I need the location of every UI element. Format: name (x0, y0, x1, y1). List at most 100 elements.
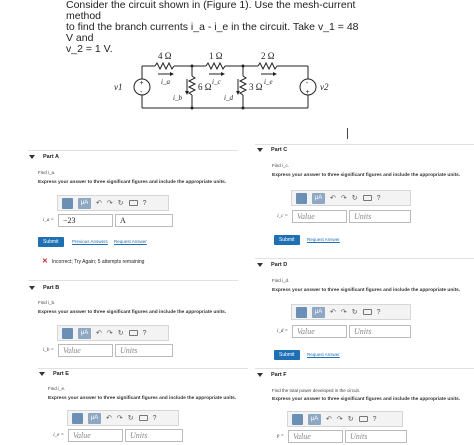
part-d-value-input[interactable]: Value (292, 325, 347, 338)
part-e-answer-label: i_e = (53, 433, 64, 438)
part-b-instructions: Express your answer to three significant… (38, 310, 227, 315)
templates-icon[interactable] (292, 413, 303, 425)
part-a-answer-row: i_a = −23 A (38, 214, 173, 227)
redo-icon[interactable]: ↷ (337, 414, 343, 425)
previous-answers-link[interactable]: Previous Answers (72, 239, 108, 244)
reset-icon[interactable]: ↻ (352, 307, 358, 318)
collapse-icon (39, 371, 45, 376)
help-icon[interactable]: ? (153, 413, 157, 424)
templates-icon[interactable] (296, 306, 307, 318)
part-a-value-input[interactable]: −23 (58, 214, 113, 227)
part-b-answer-label: i_b = (42, 348, 54, 353)
templates-icon[interactable] (296, 192, 307, 204)
part-a-submit-button[interactable]: Submit (38, 237, 64, 247)
help-icon[interactable]: ? (373, 414, 377, 425)
part-c-answer-label: i_c = (277, 214, 288, 219)
part-a-header[interactable]: Part A (29, 154, 59, 160)
part-d-submit-button[interactable]: Submit (274, 350, 300, 360)
reset-icon[interactable]: ↻ (128, 413, 134, 424)
undo-icon[interactable]: ↶ (330, 193, 336, 204)
source-v2-minus: - (306, 80, 309, 87)
help-icon[interactable]: ? (143, 328, 147, 339)
part-e-toolbar: μA ↶ ↷ ↻ ? (67, 410, 179, 426)
divider (28, 280, 238, 281)
redo-icon[interactable]: ↷ (107, 328, 113, 339)
part-d-units-input[interactable]: Units (349, 325, 411, 338)
redo-icon[interactable]: ↷ (341, 193, 347, 204)
part-b-units-input[interactable]: Units (115, 344, 173, 357)
part-f-value-input[interactable]: Value (288, 430, 343, 443)
templates-icon[interactable] (72, 412, 83, 424)
undo-icon[interactable]: ↶ (96, 198, 102, 209)
resistor-4-label: 4 Ω (158, 51, 172, 61)
units-button[interactable]: μA (78, 327, 91, 339)
help-icon[interactable]: ? (377, 307, 381, 318)
divider (255, 368, 474, 369)
part-c-header[interactable]: Part C (257, 147, 287, 153)
source-v2-label: v2 (320, 82, 329, 92)
reset-icon[interactable]: ↻ (352, 193, 358, 204)
text-cursor (347, 128, 348, 139)
units-button[interactable]: μA (312, 192, 325, 204)
part-f-units-input[interactable]: Units (345, 430, 407, 443)
keyboard-icon[interactable] (128, 200, 138, 206)
part-b-value-input[interactable]: Value (58, 344, 113, 357)
units-button[interactable]: μA (78, 197, 91, 209)
undo-icon[interactable]: ↶ (330, 307, 336, 318)
redo-icon[interactable]: ↷ (107, 198, 113, 209)
divider (38, 368, 248, 369)
part-c-units-input[interactable]: Units (349, 210, 411, 223)
part-c-instructions: Express your answer to three significant… (272, 173, 461, 178)
part-e-units-input[interactable]: Units (125, 429, 183, 442)
part-e-header[interactable]: Part E (39, 371, 69, 377)
part-c-value-input[interactable]: Value (292, 210, 347, 223)
part-a-units-input[interactable]: A (115, 214, 173, 227)
current-ie-label: i_e (264, 78, 273, 86)
part-a-title: Part A (43, 154, 59, 160)
resistor-1-label: 1 Ω (209, 51, 223, 61)
part-e-answer-row: i_e = Value Units (48, 429, 183, 442)
redo-icon[interactable]: ↷ (341, 307, 347, 318)
circuit-diagram: 4 Ω 1 Ω 2 Ω 6 Ω 3 Ω i_a i_c i_e i_b i_d … (114, 51, 329, 110)
units-button[interactable]: μA (88, 412, 101, 424)
undo-icon[interactable]: ↶ (326, 414, 332, 425)
reset-icon[interactable]: ↻ (118, 328, 124, 339)
part-d-answer-row: i_d = Value Units (272, 325, 411, 338)
units-button[interactable]: μA (308, 413, 321, 425)
resistor-2-label: 2 Ω (261, 51, 275, 61)
part-d-title: Part D (271, 262, 288, 268)
units-button[interactable]: μA (312, 306, 325, 318)
collapse-icon (257, 147, 263, 152)
keyboard-icon[interactable] (138, 415, 148, 421)
part-b-header[interactable]: Part B (29, 285, 59, 291)
keyboard-icon[interactable] (362, 309, 372, 315)
undo-icon[interactable]: ↶ (96, 328, 102, 339)
redo-icon[interactable]: ↷ (117, 413, 123, 424)
part-d-header[interactable]: Part D (257, 262, 287, 268)
source-v2-plus: + (306, 89, 310, 96)
collapse-icon (257, 262, 263, 267)
keyboard-icon[interactable] (358, 416, 368, 422)
request-answer-link[interactable]: Request Answer (307, 352, 340, 357)
current-ia-label: i_a (161, 78, 170, 86)
part-c-find: Find i_c. (272, 163, 290, 168)
part-f-header[interactable]: Part F (257, 372, 287, 378)
templates-icon[interactable] (62, 327, 73, 339)
undo-icon[interactable]: ↶ (106, 413, 112, 424)
part-c-submit-button[interactable]: Submit (274, 235, 300, 245)
request-answer-link[interactable]: Request Answer (307, 237, 340, 242)
keyboard-icon[interactable] (362, 195, 372, 201)
part-f-title: Part F (271, 372, 287, 378)
templates-icon[interactable] (62, 197, 73, 209)
current-ib-label: i_b (173, 94, 182, 102)
part-d-answer-label: i_d = (276, 329, 288, 334)
part-e-value-input[interactable]: Value (68, 429, 123, 442)
request-answer-link[interactable]: Request Answer (114, 239, 147, 244)
reset-icon[interactable]: ↻ (348, 414, 354, 425)
part-b-answer-row: i_b = Value Units (38, 344, 173, 357)
help-icon[interactable]: ? (143, 198, 147, 209)
reset-icon[interactable]: ↻ (118, 198, 124, 209)
part-f-instructions: Express your answer to three significant… (272, 397, 461, 402)
help-icon[interactable]: ? (377, 193, 381, 204)
keyboard-icon[interactable] (128, 330, 138, 336)
